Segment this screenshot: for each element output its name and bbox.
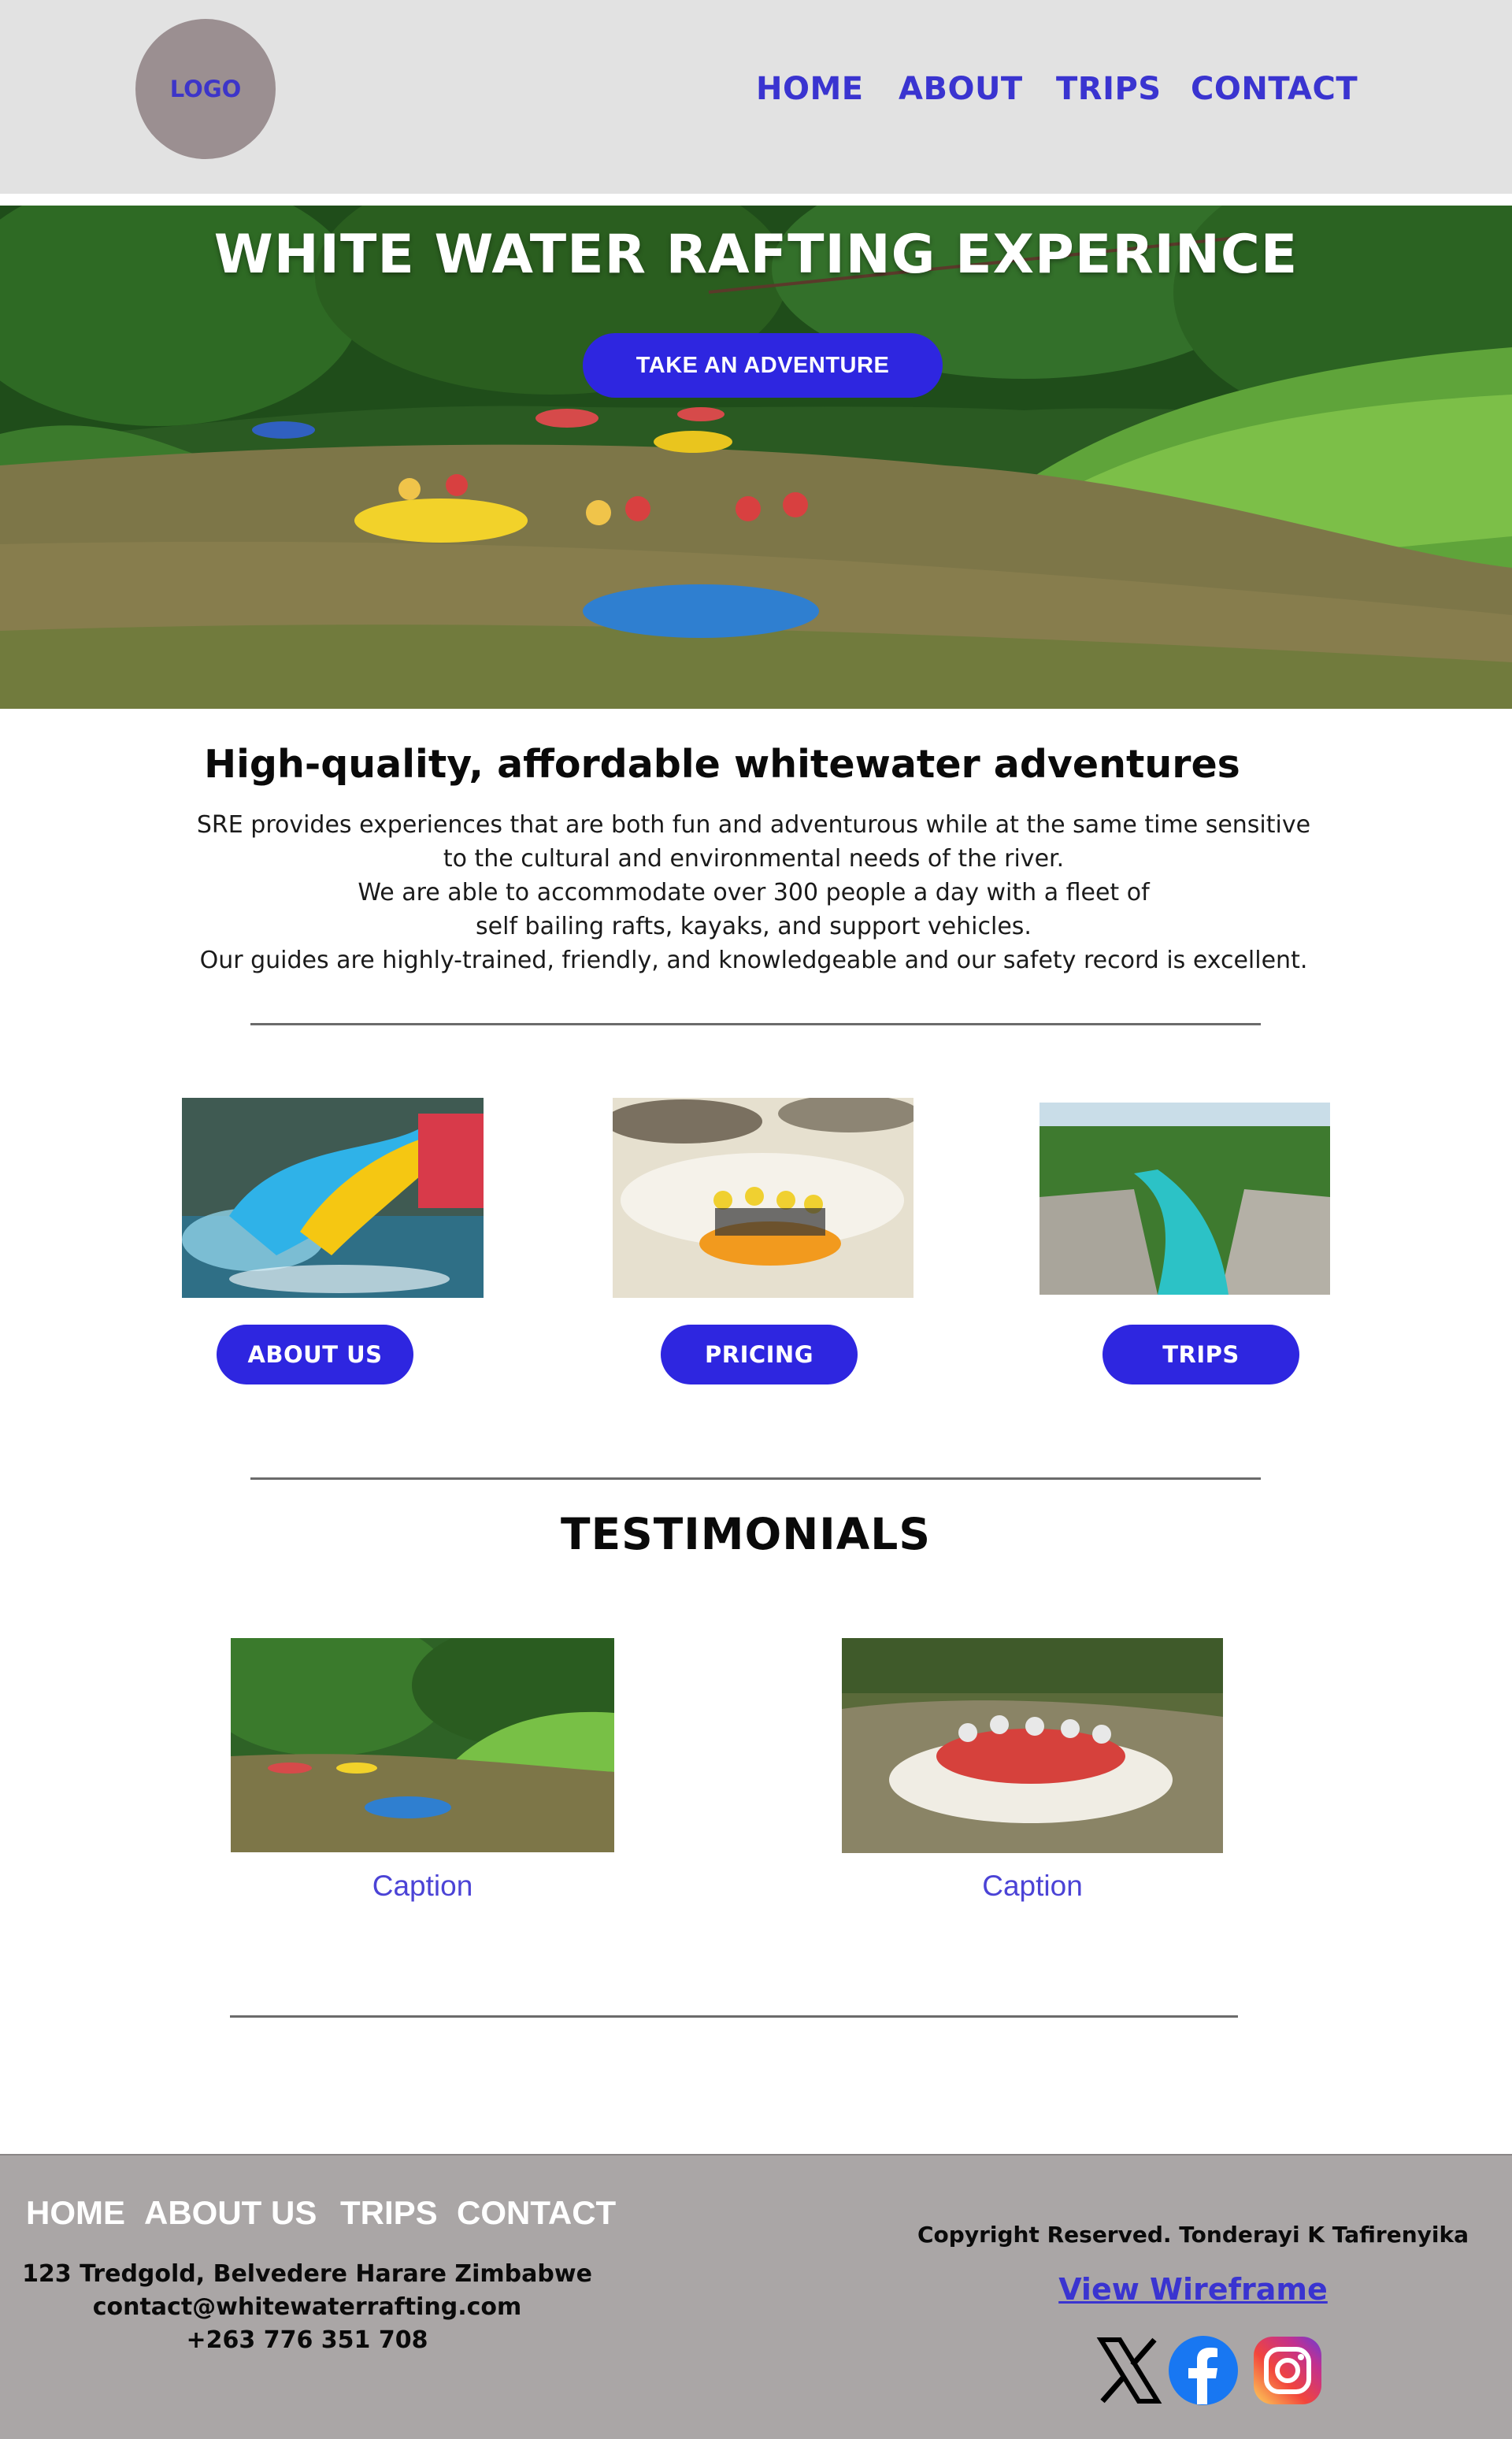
nav-home[interactable]: HOME — [756, 71, 864, 107]
footer-nav-trips[interactable]: TRIPS — [340, 2194, 438, 2232]
x-icon[interactable] — [1093, 2335, 1164, 2406]
hero-title: WHITE WATER RAFTING EXPERINCE — [213, 224, 1299, 286]
testimonials-heading: TESTIMONIALS — [561, 1509, 931, 1559]
address-line: 123 Tredgold, Belvedere Harare Zimbabwe — [22, 2260, 592, 2288]
intro-line: SRE provides experiences that are both f… — [196, 811, 1311, 839]
footer-nav-about-us[interactable]: ABOUT US — [144, 2194, 317, 2232]
footer-nav-home[interactable]: HOME — [26, 2194, 125, 2232]
intro-line: Our guides are highly-trained, friendly,… — [199, 947, 1308, 974]
testimonial-caption-2: Caption — [982, 1870, 1083, 1902]
rapids-raft-photo — [613, 1098, 914, 1298]
paddle-photo — [182, 1098, 484, 1298]
intro-paragraph: SRE provides experiences that are both f… — [110, 808, 1397, 977]
footer-address: 123 Tredgold, Belvedere Harare Zimbabwe … — [16, 2258, 598, 2357]
intro-line: We are able to accommodate over 300 peop… — [358, 879, 1150, 906]
pricing-button[interactable]: PRICING — [661, 1325, 858, 1384]
intro-line: self bailing rafts, kayaks, and support … — [476, 913, 1032, 940]
divider — [250, 1023, 1261, 1025]
take-adventure-button[interactable]: TAKE AN ADVENTURE — [583, 333, 943, 398]
nav-about[interactable]: ABOUT — [899, 71, 1023, 107]
nav-contact[interactable]: CONTACT — [1191, 71, 1358, 107]
copyright-text: Copyright Reserved. Tonderayi K Tafireny… — [917, 2222, 1469, 2248]
testimonial-caption-1: Caption — [372, 1870, 473, 1902]
intro-line: to the cultural and environmental needs … — [443, 845, 1065, 873]
view-wireframe-link[interactable]: View Wireframe — [866, 2272, 1512, 2307]
logo[interactable]: LOGO — [135, 19, 276, 159]
instagram-icon[interactable] — [1252, 2335, 1323, 2406]
about-us-button[interactable]: ABOUT US — [217, 1325, 413, 1384]
trips-button[interactable]: TRIPS — [1102, 1325, 1299, 1384]
email-link[interactable]: contact@whitewaterrafting.com — [16, 2291, 598, 2324]
testimonial-photo-1 — [231, 1638, 614, 1852]
river-canyon-photo — [1040, 1103, 1330, 1295]
divider — [230, 2015, 1238, 2018]
phone-number: +263 776 351 708 — [186, 2326, 428, 2354]
intro-heading: High-quality, affordable whitewater adve… — [204, 742, 1240, 787]
facebook-icon[interactable] — [1168, 2335, 1239, 2406]
footer-nav-contact[interactable]: CONTACT — [457, 2194, 616, 2232]
testimonial-photo-2 — [842, 1638, 1223, 1853]
nav-trips[interactable]: TRIPS — [1056, 71, 1162, 107]
divider — [250, 1477, 1261, 1480]
